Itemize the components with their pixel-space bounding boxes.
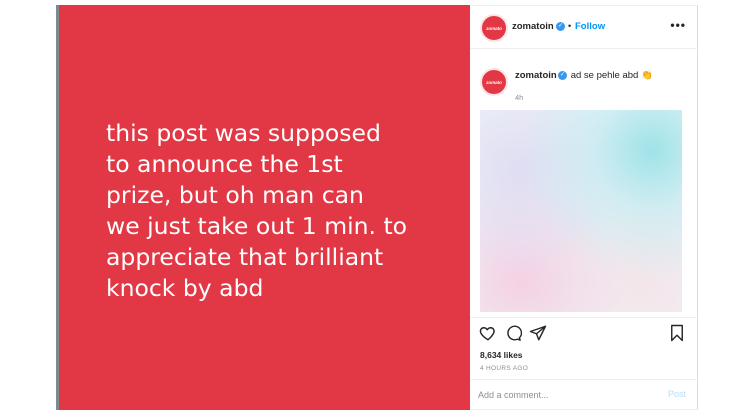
instagram-post-view: this post was supposed to announce the 1… <box>0 0 750 415</box>
comment-icon[interactable] <box>504 324 522 342</box>
post-sidebar: zomato zomatoin ✓ • Follow ••• zomato zo… <box>470 5 698 410</box>
follow-button[interactable]: Follow <box>575 21 605 32</box>
likes-count[interactable]: 8,634 likes <box>480 350 523 360</box>
post-header: zomato zomatoin ✓ • Follow ••• <box>470 6 698 49</box>
bookmark-icon[interactable] <box>668 324 686 342</box>
share-icon[interactable] <box>529 324 547 342</box>
comment-verified-badge-icon: ✓ <box>558 71 567 80</box>
separator-dot: • <box>568 21 572 31</box>
heart-icon[interactable] <box>479 324 497 342</box>
post-image-text: this post was supposed to announce the 1… <box>106 119 408 302</box>
action-bar <box>470 317 698 347</box>
comment-time[interactable]: 4h <box>515 93 523 102</box>
verified-badge-icon: ✓ <box>556 22 565 31</box>
post-timestamp[interactable]: 4 HOURS AGO <box>480 365 528 372</box>
comment-text: ad se pehle abd 👏 <box>570 70 653 81</box>
username-link[interactable]: zomatoin <box>512 21 554 32</box>
more-options-icon[interactable]: ••• <box>670 18 686 32</box>
comment-avatar[interactable]: zomato <box>480 68 508 96</box>
comment-body: zomatoin ad se pehle abd 👏 <box>515 70 653 81</box>
blurred-media-placeholder <box>480 110 682 312</box>
image-left-edge <box>56 5 59 410</box>
add-comment-bar: Post <box>470 379 698 410</box>
comment-username[interactable]: zomatoin <box>515 70 557 81</box>
avatar[interactable]: zomato <box>480 14 508 42</box>
comment-input[interactable] <box>478 387 648 403</box>
post-comment-button[interactable]: Post <box>668 389 686 399</box>
post-image: this post was supposed to announce the 1… <box>56 5 470 410</box>
